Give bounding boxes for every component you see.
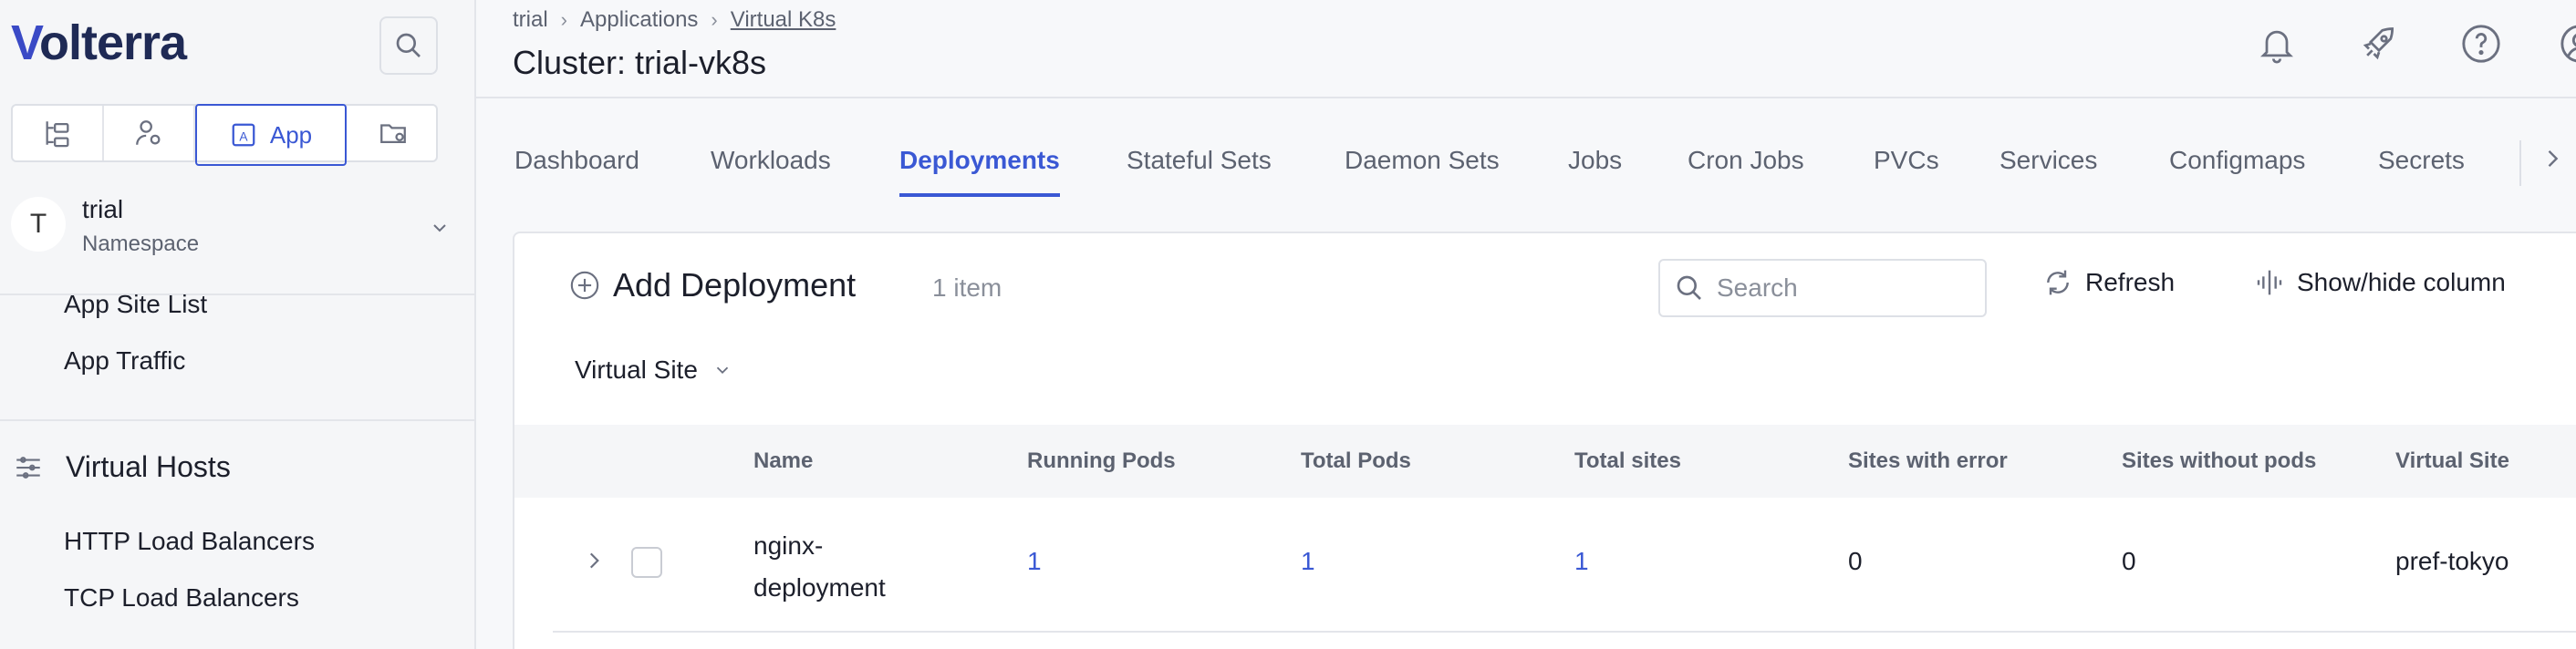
- cell-sites-without-pods: 0: [2122, 547, 2136, 575]
- mode-app-button[interactable]: A App: [195, 104, 347, 166]
- tab-bar: Dashboard Workloads Deployments Stateful…: [476, 98, 2576, 232]
- tab-pvcs[interactable]: PVCs: [1874, 146, 1939, 197]
- sidebar-item-app-site-list[interactable]: App Site List: [64, 290, 207, 319]
- column-header-sites-without-pods[interactable]: Sites without pods: [2122, 448, 2316, 474]
- sidebar: Volterra A App T trial Namespace App Sit…: [0, 0, 476, 649]
- search-icon: [1677, 275, 1701, 300]
- user-menu-button[interactable]: [2556, 20, 2576, 67]
- help-icon: [2462, 25, 2500, 63]
- search-field[interactable]: [1658, 259, 1987, 317]
- user-avatar-icon: [2560, 25, 2576, 63]
- mode-user-button[interactable]: [104, 106, 195, 160]
- sidebar-group-label: Virtual Hosts: [66, 450, 231, 483]
- breadcrumb: trial › Applications › Virtual K8s: [513, 7, 836, 33]
- app-root: Volterra A App T trial Namespace App Sit…: [0, 0, 2576, 649]
- column-header-name[interactable]: Name: [753, 448, 813, 474]
- namespace-selector[interactable]: T trial Namespace: [7, 191, 463, 270]
- app-icon: A: [232, 123, 255, 147]
- table-header: Name Running Pods Total Pods Total sites…: [514, 425, 2576, 498]
- sidebar-item-http-load-balancers[interactable]: HTTP Load Balancers: [64, 527, 315, 556]
- tab-workloads[interactable]: Workloads: [711, 146, 831, 197]
- add-deployment-button[interactable]: Add Deployment: [569, 266, 856, 304]
- column-header-running-pods[interactable]: Running Pods: [1027, 448, 1176, 474]
- chevron-right-icon[interactable]: [582, 549, 606, 572]
- help-button[interactable]: [2457, 20, 2505, 67]
- breadcrumb-separator-icon: ›: [560, 8, 567, 31]
- rocket-icon: [2363, 27, 2394, 60]
- search-icon: [396, 33, 421, 57]
- mode-app-label: App: [269, 120, 313, 149]
- breadcrumb-separator-icon: ›: [711, 8, 718, 31]
- logo-v: V: [11, 15, 40, 70]
- cell-running-pods[interactable]: 1: [1027, 547, 1042, 576]
- logo[interactable]: Volterra: [11, 15, 187, 71]
- row-divider: [553, 631, 2576, 633]
- tab-services[interactable]: Services: [2000, 146, 2097, 197]
- cell-total-sites[interactable]: 1: [1574, 547, 1589, 576]
- chevron-down-icon: [716, 366, 729, 375]
- page-title: Cluster: trial-vk8s: [513, 44, 767, 81]
- refresh-label: Refresh: [2085, 268, 2176, 296]
- columns-icon: [2257, 270, 2282, 295]
- chevron-right-icon[interactable]: [2540, 146, 2565, 171]
- cell-sites-with-error: 0: [1848, 547, 1863, 575]
- sidebar-divider: [0, 419, 474, 421]
- logo-text: olterra: [39, 15, 187, 70]
- cell-name[interactable]: nginx- deployment: [753, 525, 936, 609]
- breadcrumb-item-trial[interactable]: trial: [513, 7, 548, 33]
- cell-virtual-site: pref-tokyo: [2395, 547, 2509, 575]
- tabs-divider: [2519, 140, 2521, 186]
- sidebar-item-tcp-load-balancers[interactable]: TCP Load Balancers: [64, 583, 299, 613]
- show-hide-column-button[interactable]: Show/hide column: [2255, 268, 2506, 297]
- row-checkbox[interactable]: [631, 547, 662, 578]
- tree-icon: [46, 121, 69, 148]
- virtual-hosts-icon: [16, 456, 40, 479]
- mode-folder-button[interactable]: [347, 106, 440, 160]
- whats-new-button[interactable]: [2355, 20, 2403, 67]
- tab-deployments[interactable]: Deployments: [899, 146, 1060, 197]
- tab-configmaps[interactable]: Configmaps: [2169, 146, 2305, 197]
- tab-jobs[interactable]: Jobs: [1568, 146, 1622, 197]
- page-header: trial › Applications › Virtual K8s Clust…: [476, 0, 2576, 98]
- user-settings-icon: [136, 120, 161, 145]
- chevron-down-icon: [433, 224, 446, 232]
- column-header-total-pods[interactable]: Total Pods: [1301, 448, 1411, 474]
- cell-name-line2: deployment: [753, 573, 886, 602]
- add-deployment-label: Add Deployment: [613, 266, 857, 304]
- refresh-icon: [2047, 270, 2069, 295]
- tab-cron-jobs[interactable]: Cron Jobs: [1688, 146, 1804, 197]
- column-header-total-sites[interactable]: Total sites: [1574, 448, 1681, 474]
- tab-dashboard[interactable]: Dashboard: [514, 146, 639, 197]
- plus-circle-icon: [570, 271, 599, 300]
- column-header-sites-with-error[interactable]: Sites with error: [1848, 448, 2008, 474]
- sidebar-group-virtual-hosts[interactable]: Virtual Hosts: [13, 450, 231, 484]
- namespace-label: Namespace: [82, 232, 200, 256]
- mode-tree-button[interactable]: [13, 106, 104, 160]
- breadcrumb-item-virtual-k8s[interactable]: Virtual K8s: [731, 7, 836, 33]
- virtual-site-filter[interactable]: Virtual Site: [575, 355, 732, 385]
- table-row[interactable]: nginx- deployment 1 1 1 0 0 pref-tokyo: [514, 498, 2576, 633]
- notifications-button[interactable]: [2253, 20, 2301, 67]
- namespace-avatar: T: [11, 197, 66, 252]
- svg-text:A: A: [239, 129, 248, 143]
- refresh-button[interactable]: Refresh: [2043, 268, 2175, 297]
- sidebar-item-app-traffic[interactable]: App Traffic: [64, 346, 185, 376]
- item-count: 1 item: [932, 273, 1002, 302]
- show-hide-column-label: Show/hide column: [2297, 268, 2506, 296]
- cell-name-line1: nginx-: [753, 531, 824, 560]
- breadcrumb-item-applications[interactable]: Applications: [580, 7, 698, 33]
- bell-icon: [2260, 30, 2293, 64]
- mode-switcher: A App: [11, 104, 440, 166]
- deployments-panel: Add Deployment 1 item Refresh Show/hide …: [513, 232, 2576, 649]
- sidebar-search-button[interactable]: [379, 16, 438, 75]
- search-input[interactable]: [1717, 273, 1972, 303]
- tab-daemon-sets[interactable]: Daemon Sets: [1345, 146, 1500, 197]
- namespace-name: trial: [82, 195, 124, 223]
- virtual-site-filter-label: Virtual Site: [575, 355, 698, 384]
- column-header-virtual-site[interactable]: Virtual Site: [2395, 448, 2509, 474]
- cell-total-pods[interactable]: 1: [1301, 547, 1315, 576]
- tab-secrets[interactable]: Secrets: [2378, 146, 2465, 197]
- folder-settings-icon: [380, 124, 406, 144]
- tab-stateful-sets[interactable]: Stateful Sets: [1127, 146, 1272, 197]
